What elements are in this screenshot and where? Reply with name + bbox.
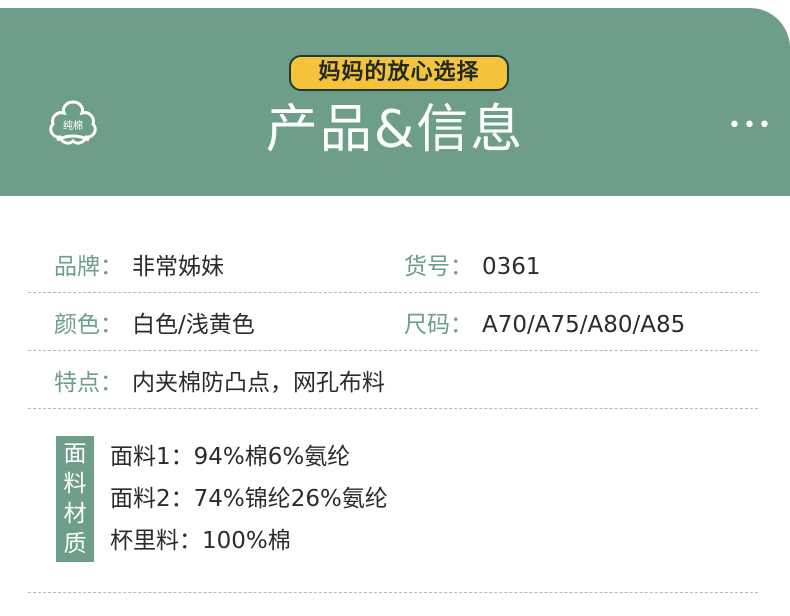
feature-label: 特点：	[54, 370, 123, 396]
brand-value: 非常姊妹	[132, 254, 224, 280]
info-row-brand: 品牌： 非常姊妹 货号： 0361	[28, 234, 758, 293]
material-tag-char: 料	[63, 471, 87, 497]
material-tag-char: 材	[63, 501, 87, 527]
page-title: 产品&信息	[265, 100, 525, 160]
cotton-logo-icon: 纯棉	[47, 96, 99, 148]
tagline-badge: 妈妈的放心选择	[289, 55, 509, 91]
bottom-divider	[28, 592, 758, 593]
info-row-color: 颜色： 白色/浅黄色 尺码： A70/A75/A80/A85	[28, 292, 758, 351]
sku-label: 货号：	[404, 254, 473, 280]
material-line-3: 杯里料：100%棉	[110, 528, 291, 554]
info-row-feature: 特点： 内夹棉防凸点，网孔布料	[28, 350, 758, 409]
feature-value: 内夹棉防凸点，网孔布料	[132, 370, 385, 396]
size-value: A70/A75/A80/A85	[482, 312, 686, 338]
size-label: 尺码：	[404, 312, 473, 338]
color-label: 颜色：	[54, 312, 123, 338]
brand-label: 品牌：	[54, 254, 123, 280]
sku-value: 0361	[482, 254, 541, 280]
more-dots-icon[interactable]: •••	[728, 115, 771, 137]
color-value: 白色/浅黄色	[132, 312, 255, 338]
material-tag: 面 料 材 质	[56, 436, 94, 562]
material-line-1: 面料1：94%棉6%氨纶	[110, 444, 351, 470]
material-tag-char: 质	[63, 531, 87, 557]
material-line-2: 面料2：74%锦纶26%氨纶	[110, 486, 388, 512]
material-tag-char: 面	[63, 441, 87, 467]
logo-text: 纯棉	[63, 121, 83, 132]
